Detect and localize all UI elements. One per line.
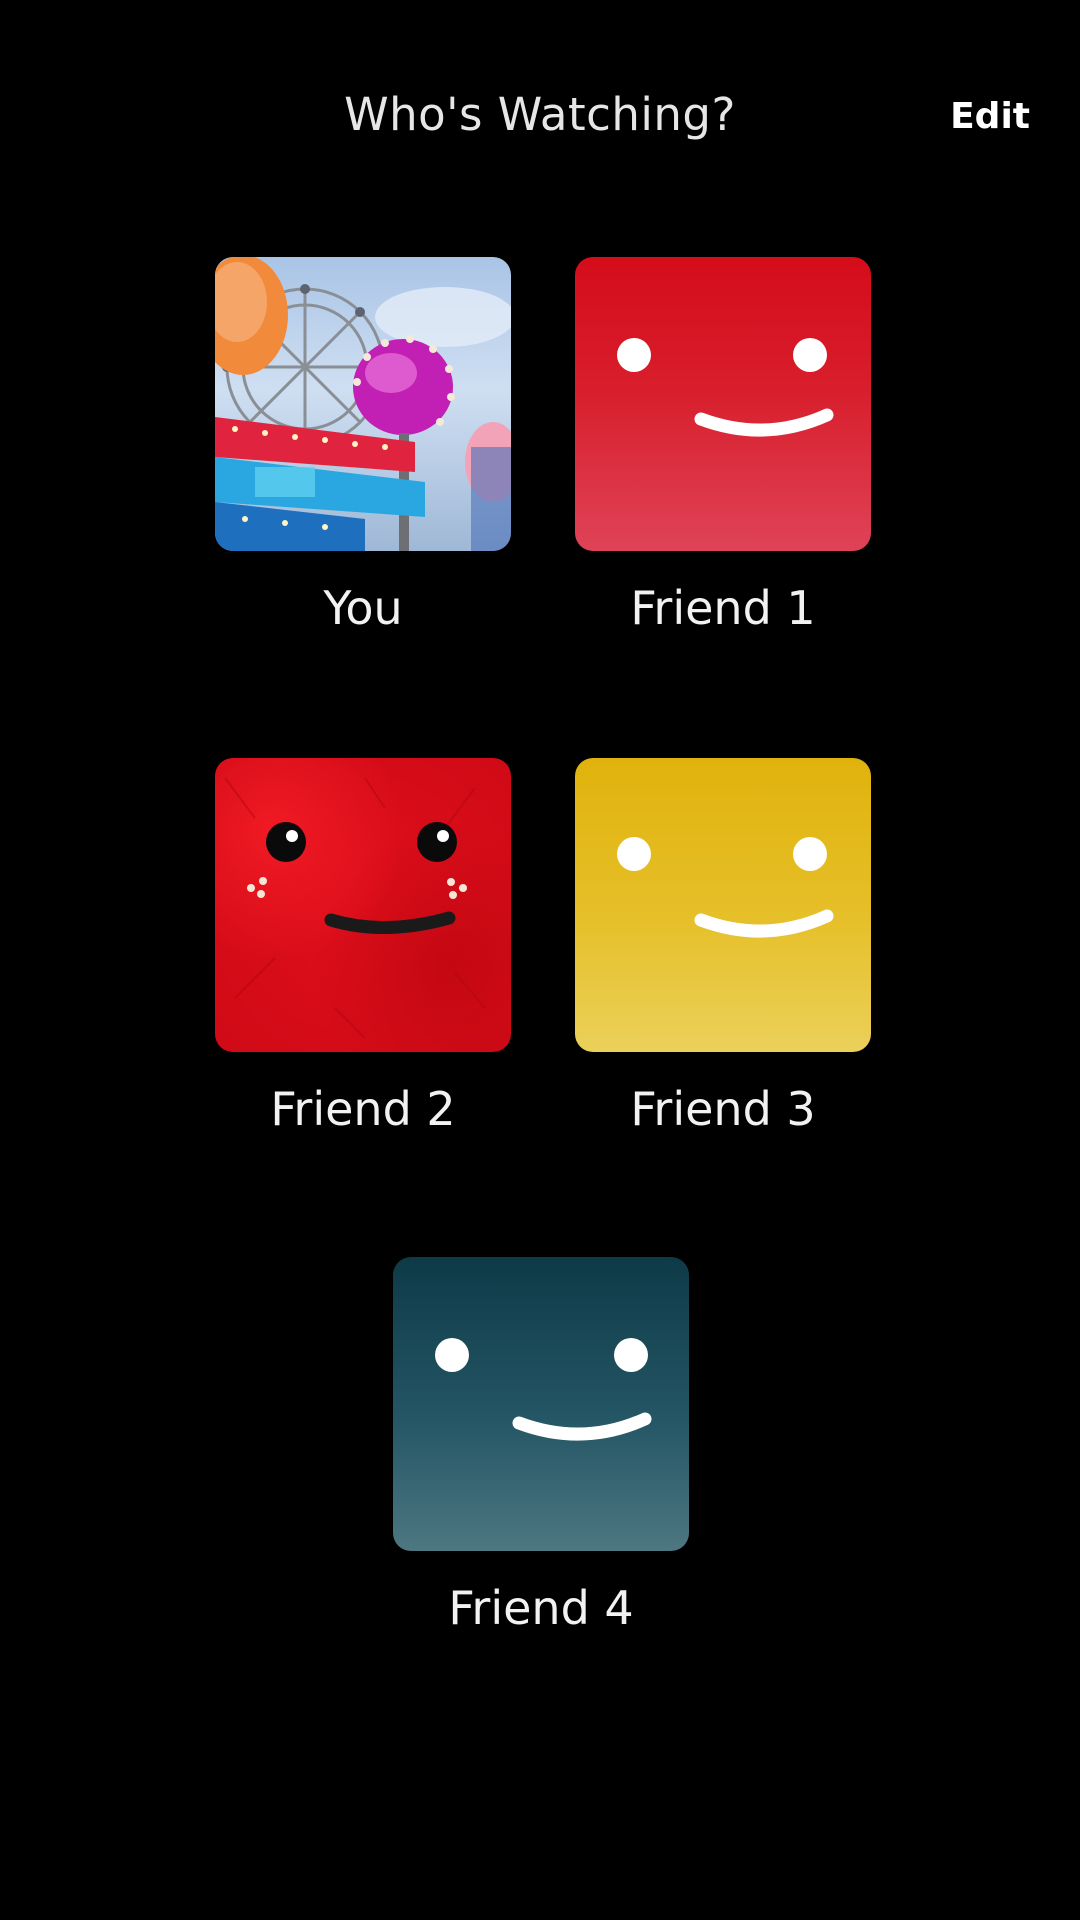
smiley-face-icon <box>617 837 834 938</box>
carnival-scene-icon <box>215 257 511 551</box>
fuzzy-smiley-face-icon <box>224 777 486 1039</box>
carnival-photo-avatar[interactable] <box>215 257 511 551</box>
profile-friend-4[interactable]: Friend 4 <box>391 1257 691 1635</box>
profile-name: Friend 1 <box>630 581 816 635</box>
profile-name: You <box>323 581 403 635</box>
yellow-smiley-avatar[interactable] <box>575 758 871 1052</box>
profile-friend-3[interactable]: Friend 3 <box>573 758 873 1136</box>
page-title: Who's Watching? <box>344 88 736 141</box>
profile-name: Friend 4 <box>448 1581 634 1635</box>
smiley-face-icon <box>435 1338 652 1441</box>
teal-smiley-avatar[interactable] <box>393 1257 689 1551</box>
profile-friend-1[interactable]: Friend 1 <box>573 257 873 635</box>
profile-name: Friend 2 <box>270 1082 456 1136</box>
profile-name: Friend 3 <box>630 1082 816 1136</box>
fuzzy-red-smiley-avatar[interactable] <box>215 758 511 1052</box>
red-smiley-avatar[interactable] <box>575 257 871 551</box>
profile-you[interactable]: You <box>213 257 513 635</box>
profile-friend-2[interactable]: Friend 2 <box>213 758 513 1136</box>
smiley-face-icon <box>617 338 834 437</box>
edit-button[interactable]: Edit <box>950 96 1030 137</box>
